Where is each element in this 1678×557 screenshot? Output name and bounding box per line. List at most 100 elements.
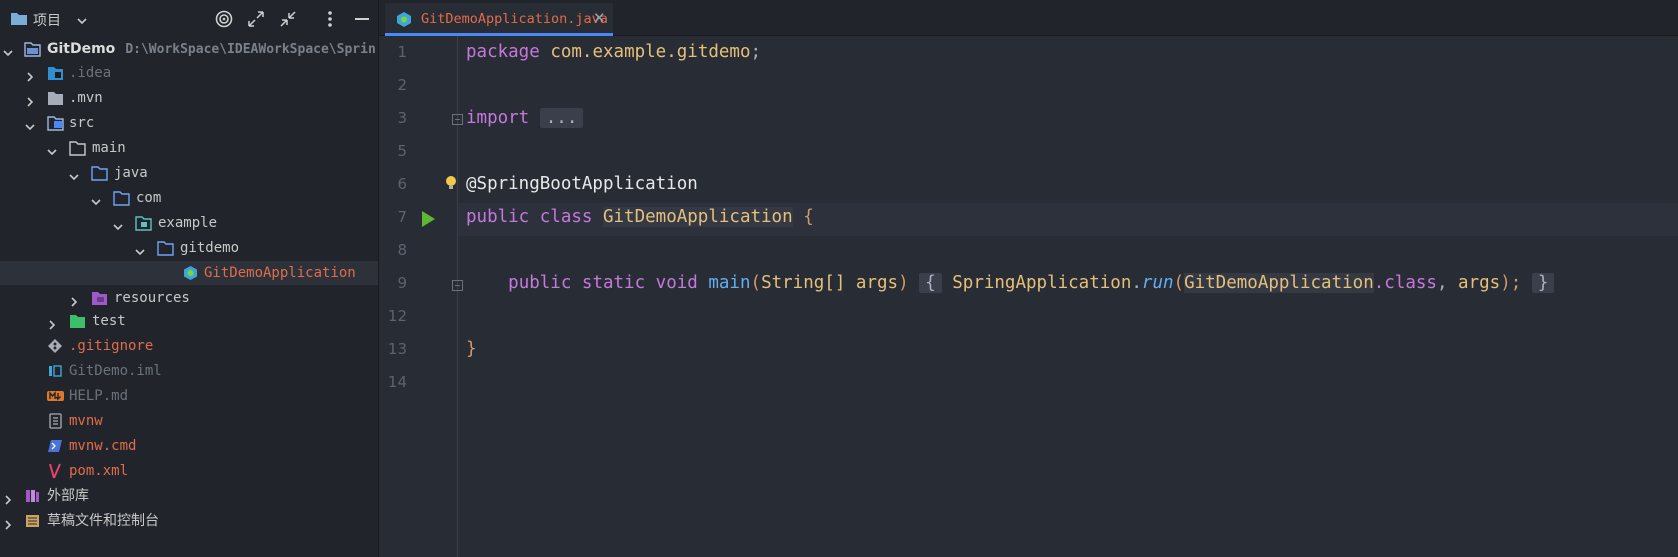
code-editor[interactable]: package com.example.gitdemo; import ... …	[446, 36, 1678, 557]
library-icon	[24, 488, 41, 504]
tree-item-scratches[interactable]: 草稿文件和控制台	[0, 509, 378, 533]
chevron-down-icon[interactable]	[46, 142, 58, 156]
keyword: import	[466, 108, 530, 128]
tree-item-label: .mvn	[69, 90, 103, 106]
maven-icon	[47, 463, 64, 479]
semicolon: ;	[750, 42, 762, 62]
folder-icon	[47, 90, 64, 106]
brace: }	[466, 339, 477, 359]
project-panel-header: 项目	[0, 0, 378, 38]
intention-bulb-icon[interactable]	[444, 174, 458, 196]
tree-item-gitignore[interactable]: .gitignore	[0, 334, 378, 358]
tree-item-test[interactable]: test	[0, 309, 378, 333]
chevron-right-icon[interactable]	[46, 315, 58, 330]
chevron-down-icon[interactable]	[90, 192, 102, 206]
tree-item-java[interactable]: java	[0, 161, 378, 185]
tree-item-gitdemoapplication[interactable]: GitDemoApplication	[0, 261, 378, 285]
paren: (	[750, 273, 762, 293]
parameter: args	[855, 273, 899, 293]
tree-item-label: HELP.md	[69, 388, 129, 404]
keyword: package	[466, 42, 540, 62]
class-name: GitDemoApplication	[1184, 273, 1374, 293]
markdown-file-icon	[47, 388, 64, 404]
folder-icon	[10, 10, 28, 30]
options-menu-icon[interactable]	[320, 9, 340, 29]
project-view-selector[interactable]: 项目	[33, 10, 61, 30]
package-folder-icon	[157, 240, 174, 256]
tree-item-label: pom.xml	[69, 463, 129, 479]
tree-item-mvnw[interactable]: mvnw	[0, 409, 378, 433]
expand-all-icon[interactable]	[246, 9, 266, 29]
line-number: 5	[397, 142, 407, 160]
tree-item-src[interactable]: src	[0, 111, 378, 135]
method-name: main	[708, 273, 751, 293]
tree-item-gitdemo-package[interactable]: gitdemo	[0, 236, 378, 260]
paren: );	[1500, 273, 1522, 293]
code-line-3: import ...	[466, 102, 584, 135]
tree-item-resources[interactable]: resources	[0, 286, 378, 310]
locate-file-icon[interactable]	[214, 9, 234, 29]
tree-item-gitdemo[interactable]: GitDemo D:\WorkSpace\IDEAWorkSpace\Sprin	[0, 37, 378, 61]
tree-item-label: com	[136, 190, 162, 206]
idea-folder-icon	[47, 65, 64, 81]
line-number: 1	[397, 43, 407, 61]
comma: ,	[1436, 273, 1459, 293]
tree-item-label: .idea	[69, 65, 112, 81]
keyword: .class	[1373, 273, 1437, 293]
tab-label: GitDemoApplication.java	[421, 11, 608, 27]
close-icon[interactable]: ✕	[593, 9, 606, 27]
tree-item-pom-xml[interactable]: pom.xml	[0, 459, 378, 483]
tree-item-com[interactable]: com	[0, 186, 378, 210]
chevron-right-icon[interactable]	[68, 292, 80, 307]
class-name: SpringApplication	[952, 273, 1132, 293]
code-line-13: }	[466, 333, 477, 366]
tree-item-external-libraries[interactable]: 外部库	[0, 484, 378, 508]
folded-brace[interactable]: }	[1531, 273, 1555, 293]
chevron-down-icon[interactable]	[2, 43, 14, 57]
keyword: public static void	[508, 273, 698, 293]
chevron-right-icon[interactable]	[24, 92, 36, 107]
line-number: 9	[397, 274, 407, 292]
tree-item-idea[interactable]: .idea	[0, 61, 378, 85]
folded-brace[interactable]: {	[919, 273, 942, 293]
chevron-down-icon[interactable]	[76, 12, 88, 31]
chevron-right-icon[interactable]	[2, 515, 14, 530]
spring-boot-class-icon	[182, 265, 199, 281]
tree-item-label: mvnw	[69, 413, 103, 429]
git-icon	[47, 338, 64, 354]
annotation: @SpringBootApplication	[466, 174, 698, 194]
code-line-6: @SpringBootApplication	[466, 168, 698, 201]
line-number: 12	[387, 307, 407, 325]
cmd-file-icon	[47, 438, 64, 454]
tree-item-gitdemo-iml[interactable]: GitDemo.iml	[0, 359, 378, 383]
tree-item-mvnw-cmd[interactable]: mvnw.cmd	[0, 434, 378, 458]
chevron-down-icon[interactable]	[68, 167, 80, 181]
tree-item-main[interactable]: main	[0, 136, 378, 160]
chevron-down-icon[interactable]	[134, 242, 146, 256]
tree-item-label: 外部库	[47, 488, 89, 504]
tab-gitdemoapplication-java[interactable]: GitDemoApplication.java ✕	[385, 3, 613, 36]
dot: .	[1131, 273, 1142, 293]
hide-panel-icon[interactable]	[352, 9, 372, 29]
tree-item-mvn[interactable]: .mvn	[0, 86, 378, 110]
script-file-icon	[47, 413, 64, 429]
tree-item-example[interactable]: example	[0, 211, 378, 235]
chevron-down-icon[interactable]	[112, 217, 124, 231]
chevron-right-icon[interactable]	[2, 490, 14, 505]
package-folder-icon	[113, 190, 130, 206]
method-name: run	[1141, 273, 1174, 293]
class-name: GitDemoApplication	[602, 207, 793, 227]
chevron-right-icon[interactable]	[24, 67, 36, 82]
line-number: 13	[387, 340, 407, 358]
code-line-7: public class GitDemoApplication {	[466, 201, 814, 234]
line-number: 7	[397, 208, 407, 226]
run-icon[interactable]	[419, 210, 437, 232]
folded-imports[interactable]: ...	[539, 108, 584, 128]
collapse-all-icon[interactable]	[278, 9, 298, 29]
tree-item-label: GitDemo	[47, 41, 116, 57]
tree-item-help-md[interactable]: HELP.md	[0, 384, 378, 408]
tree-item-label: GitDemo.iml	[69, 363, 162, 379]
test-folder-icon	[69, 313, 86, 329]
chevron-down-icon[interactable]	[24, 117, 36, 131]
paren: )	[898, 273, 909, 293]
